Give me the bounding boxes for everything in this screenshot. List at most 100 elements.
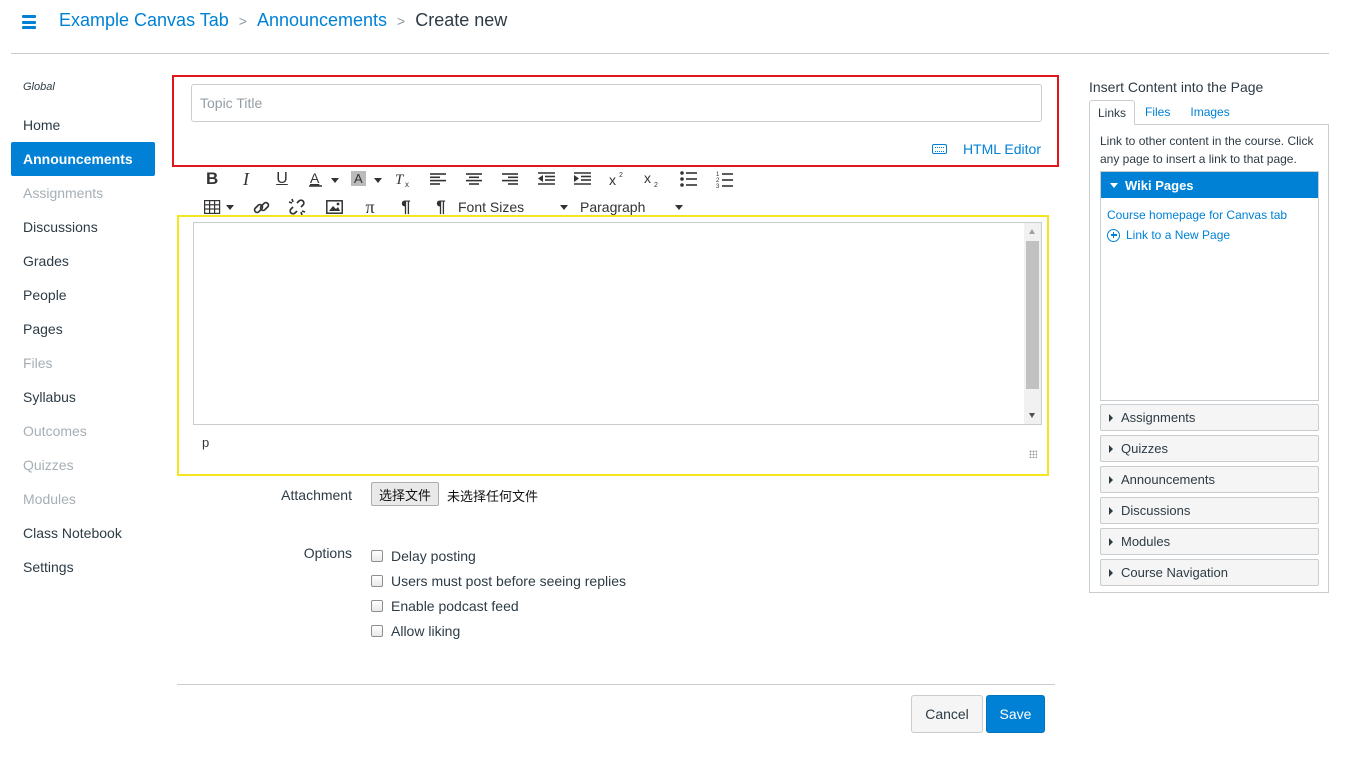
page-header: Example Canvas Tab > Announcements > Cre…	[11, 0, 1329, 54]
nav-group-label: Global	[23, 81, 55, 93]
nav-item-pages[interactable]: Pages	[11, 312, 155, 346]
html-editor-toggle[interactable]: HTML Editor	[931, 141, 1041, 157]
section-quizzes[interactable]: Quizzes	[1100, 435, 1319, 462]
align-right-icon[interactable]	[492, 167, 528, 191]
option-delay-posting[interactable]: Delay posting	[371, 543, 626, 568]
nav-item-class-notebook[interactable]: Class Notebook	[11, 516, 155, 550]
options-list: Delay posting Users must post before see…	[371, 543, 626, 643]
option-podcast-feed[interactable]: Enable podcast feed	[371, 593, 626, 618]
clear-formatting-icon[interactable]: Tx	[386, 167, 420, 191]
post-before-replies-checkbox[interactable]	[371, 574, 383, 587]
nav-item-files: Files	[23, 355, 53, 371]
chevron-right-icon	[1109, 413, 1113, 422]
tab-links[interactable]: Links	[1089, 100, 1136, 125]
nav-item-settings[interactable]: Settings	[11, 550, 155, 584]
option-allow-liking[interactable]: Allow liking	[371, 618, 626, 643]
section-modules[interactable]: Modules	[1100, 528, 1319, 555]
underline-icon[interactable]: U	[264, 167, 300, 191]
breadcrumb-separator: >	[238, 12, 247, 29]
breadcrumb-announcements-link[interactable]: Announcements	[257, 10, 387, 31]
italic-icon[interactable]: I	[228, 167, 264, 191]
svg-text:x: x	[609, 172, 616, 188]
font-sizes-label: Font Sizes	[458, 199, 525, 215]
chevron-right-icon	[1109, 537, 1113, 546]
bullet-list-icon[interactable]	[670, 167, 706, 191]
chevron-down-icon	[1110, 182, 1118, 188]
indent-icon[interactable]	[564, 167, 600, 191]
wiki-page-link[interactable]: Course homepage for Canvas tab	[1101, 208, 1318, 222]
nav-item-grades[interactable]: Grades	[11, 244, 155, 278]
options-label: Options	[303, 545, 352, 561]
rich-text-editor: p	[177, 215, 1049, 476]
svg-text:3: 3	[716, 184, 720, 188]
choose-file-button[interactable]: 选择文件	[371, 482, 440, 506]
course-navigation: Global Home Announcements Assignments Di…	[11, 76, 155, 584]
background-color-icon[interactable]: A	[348, 167, 386, 191]
nav-item-home[interactable]: Home	[11, 108, 155, 142]
sidebar-links-panel: Link to other content in the course. Cli…	[1089, 124, 1329, 593]
nav-item-outcomes: Outcomes	[23, 423, 87, 439]
bold-icon[interactable]: B	[196, 167, 228, 191]
section-discussions[interactable]: Discussions	[1100, 497, 1319, 524]
html-editor-label: HTML Editor	[962, 141, 1041, 157]
outdent-icon[interactable]	[528, 167, 564, 191]
breadcrumb-course-link[interactable]: Example Canvas Tab	[59, 10, 229, 31]
option-label: Users must post before seeing replies	[391, 572, 626, 589]
align-left-icon[interactable]	[420, 167, 456, 191]
delay-posting-checkbox[interactable]	[371, 549, 383, 562]
nav-item-quizzes: Quizzes	[23, 457, 74, 473]
editor-scrollbar[interactable]	[1024, 223, 1041, 424]
chevron-down-icon	[675, 204, 683, 210]
breadcrumb-separator: >	[397, 12, 406, 29]
resize-handle-icon[interactable]	[1029, 450, 1037, 458]
nav-item-discussions[interactable]: Discussions	[11, 210, 155, 244]
section-assignments[interactable]: Assignments	[1100, 404, 1319, 431]
svg-text:A: A	[354, 171, 363, 186]
editor-content-area[interactable]	[193, 222, 1042, 425]
nav-item-people[interactable]: People	[11, 278, 155, 312]
save-button[interactable]: Save	[986, 695, 1045, 733]
chevron-right-icon	[1109, 475, 1113, 484]
allow-liking-checkbox[interactable]	[371, 624, 383, 637]
scrollbar-thumb[interactable]	[1026, 241, 1039, 389]
chevron-right-icon	[1109, 568, 1113, 577]
tab-images[interactable]: Images	[1180, 100, 1239, 125]
wiki-pages-label: Wiki Pages	[1125, 177, 1194, 193]
link-new-page-label: Link to a New Page	[1126, 228, 1231, 242]
scroll-up-icon[interactable]	[1029, 229, 1035, 234]
file-status-text: 未选择任何文件	[447, 490, 539, 505]
section-label: Announcements	[1121, 472, 1215, 487]
subscript-icon[interactable]: x2	[634, 167, 670, 191]
superscript-icon[interactable]: x2	[600, 167, 634, 191]
plus-circle-icon	[1107, 228, 1120, 242]
section-label: Quizzes	[1121, 441, 1168, 456]
cancel-button[interactable]: Cancel	[911, 695, 983, 733]
section-announcements[interactable]: Announcements	[1100, 466, 1319, 493]
svg-text:A: A	[310, 170, 320, 186]
keyboard-icon	[931, 144, 947, 154]
topic-title-input[interactable]	[191, 84, 1042, 122]
nav-item-syllabus[interactable]: Syllabus	[11, 380, 155, 414]
option-post-before-replies[interactable]: Users must post before seeing replies	[371, 568, 626, 593]
section-label: Assignments	[1121, 410, 1196, 425]
hamburger-menu-icon[interactable]	[22, 15, 36, 29]
chevron-down-icon	[560, 204, 568, 210]
section-label: Course Navigation	[1121, 565, 1228, 580]
numbered-list-icon[interactable]: 123	[706, 167, 742, 191]
align-center-icon[interactable]	[456, 167, 492, 191]
wiki-pages-header[interactable]: Wiki Pages	[1101, 172, 1318, 198]
podcast-feed-checkbox[interactable]	[371, 599, 383, 612]
nav-item-assignments: Assignments	[23, 185, 104, 201]
option-label: Enable podcast feed	[391, 597, 519, 614]
tab-files[interactable]: Files	[1135, 100, 1180, 125]
text-color-icon[interactable]: A	[300, 167, 348, 191]
nav-item-announcements[interactable]: Announcements	[11, 142, 155, 176]
paragraph-label: Paragraph	[580, 199, 646, 215]
section-course-navigation[interactable]: Course Navigation	[1100, 559, 1319, 586]
link-new-page[interactable]: Link to a New Page	[1101, 228, 1318, 242]
sidebar-description: Link to other content in the course. Cli…	[1100, 134, 1314, 166]
scroll-down-icon[interactable]	[1029, 413, 1035, 418]
editor-element-path[interactable]: p	[202, 435, 209, 450]
section-label: Discussions	[1121, 503, 1191, 518]
topic-title-section: HTML Editor	[172, 75, 1059, 167]
